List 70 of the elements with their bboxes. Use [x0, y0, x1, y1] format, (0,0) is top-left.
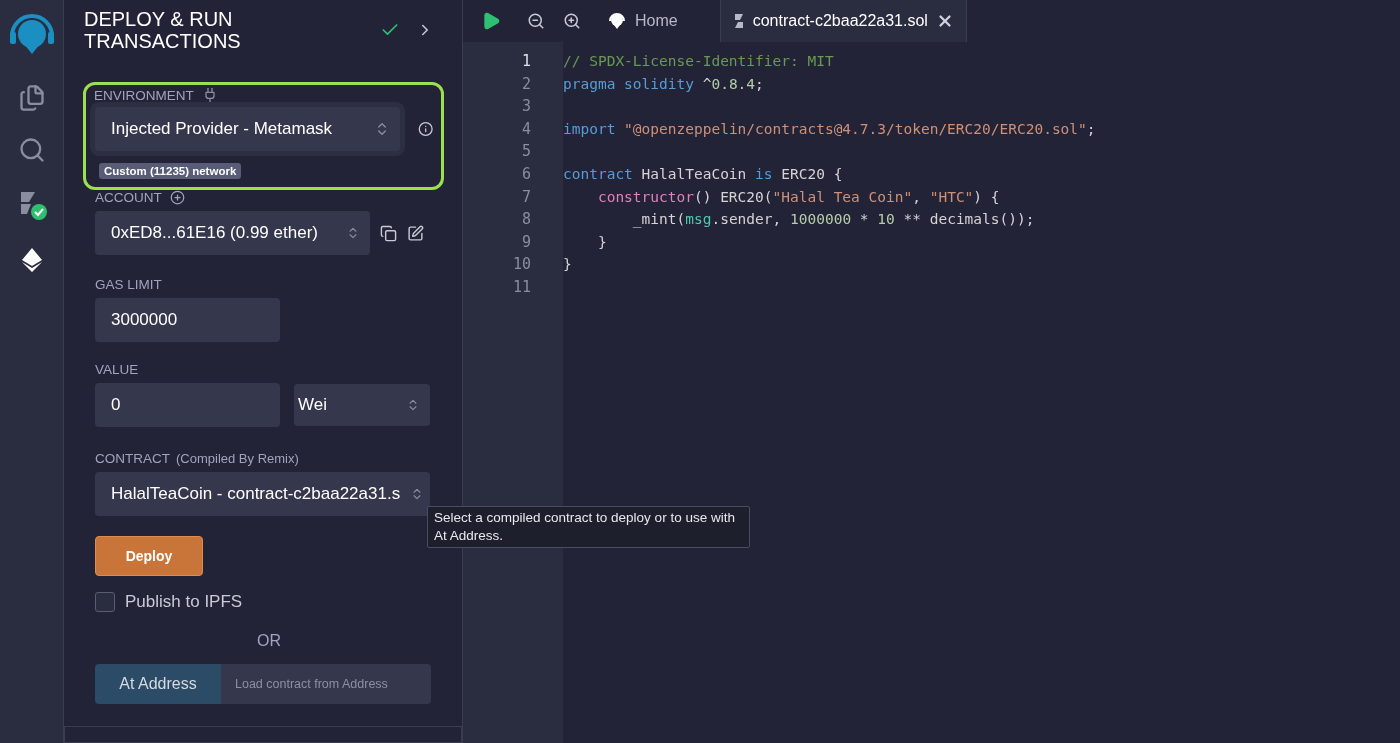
at-address-button[interactable]: At Address: [95, 664, 221, 704]
file-icon: [732, 13, 745, 29]
line-number: 4: [520, 118, 532, 140]
code-token: ** decimals());: [902, 211, 1035, 228]
code-token: *: [858, 211, 870, 228]
panel-title: DEPLOY & RUN TRANSACTIONS: [84, 8, 242, 52]
code-token: HalalTeaCoin: [640, 165, 748, 182]
code-token: 10: [877, 211, 895, 228]
code-token: msg: [685, 211, 712, 228]
code-token: ^: [701, 75, 712, 92]
contract-select[interactable]: HalalTeaCoin - contract-c2baa22a31.s: [95, 472, 430, 516]
code-token: 1000000: [790, 211, 852, 228]
value-field[interactable]: 0: [95, 383, 280, 427]
gas-limit-field[interactable]: 3000000: [95, 298, 280, 342]
editor-tab[interactable]: contract-c2baa22a31.sol: [719, 0, 967, 42]
code-token: ,: [912, 188, 922, 205]
code-token: pragma solidity: [563, 75, 694, 92]
network-badge: Custom (11235) network: [99, 163, 242, 179]
tooltip: Select a compiled contract to deploy or to use with At Address.: [427, 506, 750, 548]
code-token: ;: [1086, 120, 1096, 137]
headset-icon: [607, 11, 627, 31]
info-icon[interactable]: [417, 121, 433, 137]
edit-icon[interactable]: [407, 224, 424, 242]
line-number: 6: [520, 163, 532, 185]
code-token: contract: [563, 165, 633, 182]
code-token: is: [755, 165, 773, 182]
code-token: "Halal Tea Coin": [772, 188, 913, 205]
code-token: import: [563, 120, 616, 137]
code-token: .sender,: [711, 211, 783, 228]
code-token: constructor: [596, 188, 694, 205]
code-token: }: [596, 233, 607, 250]
unit-select[interactable]: Wei: [294, 384, 430, 426]
line-number: 11: [511, 276, 532, 298]
publish-checkbox[interactable]: [95, 592, 115, 612]
line-number: 9: [520, 231, 532, 253]
zoom-in-icon[interactable]: [563, 12, 581, 30]
code-token: ) {: [973, 188, 1000, 205]
field-note: (Compiled By Remix): [176, 451, 299, 466]
zoom-out-icon[interactable]: [527, 12, 545, 30]
search-icon[interactable]: [17, 136, 46, 164]
address-field[interactable]: Load contract from Address: [221, 664, 431, 704]
field-label: VALUE: [95, 362, 139, 377]
code-token: ;: [755, 75, 764, 92]
line-number: 2: [520, 73, 532, 95]
code-token: // SPDX-License-Identifier: MIT: [563, 53, 834, 69]
code-token: "HTC": [929, 188, 974, 205]
field-label: CONTRACT: [95, 451, 170, 466]
line-number: 1: [520, 51, 532, 72]
copy-icon[interactable]: [380, 224, 397, 242]
line-number: 5: [520, 141, 532, 163]
files-icon[interactable]: [17, 84, 46, 112]
code-token: () ERC20(: [693, 188, 773, 205]
line-number: 10: [511, 254, 532, 276]
field-label: ENVIRONMENT: [94, 87, 194, 103]
field-label: GAS LIMIT: [95, 277, 162, 292]
checkbox-label: Publish to IPFS: [125, 592, 243, 612]
code-token: 0.8.4: [711, 75, 756, 92]
field-label: ACCOUNT: [95, 190, 162, 205]
run-icon[interactable]: [481, 11, 501, 31]
plus-icon[interactable]: [169, 190, 185, 205]
line-number: 3: [520, 96, 532, 118]
account-select[interactable]: 0xED8...61E16 (0.99 ether): [95, 211, 370, 255]
or-text: OR: [257, 632, 281, 650]
editor-tab[interactable]: Home: [595, 0, 690, 42]
code-token: _mint(: [631, 211, 686, 228]
code-token: ERC20 {: [780, 165, 843, 182]
line-number: 7: [520, 186, 532, 208]
code-token: "@openzeppelin/contracts@4.7.3/token/ERC20/ERC20.sol": [623, 120, 1087, 137]
line-number: 8: [520, 209, 532, 231]
code-token: }: [563, 256, 572, 273]
